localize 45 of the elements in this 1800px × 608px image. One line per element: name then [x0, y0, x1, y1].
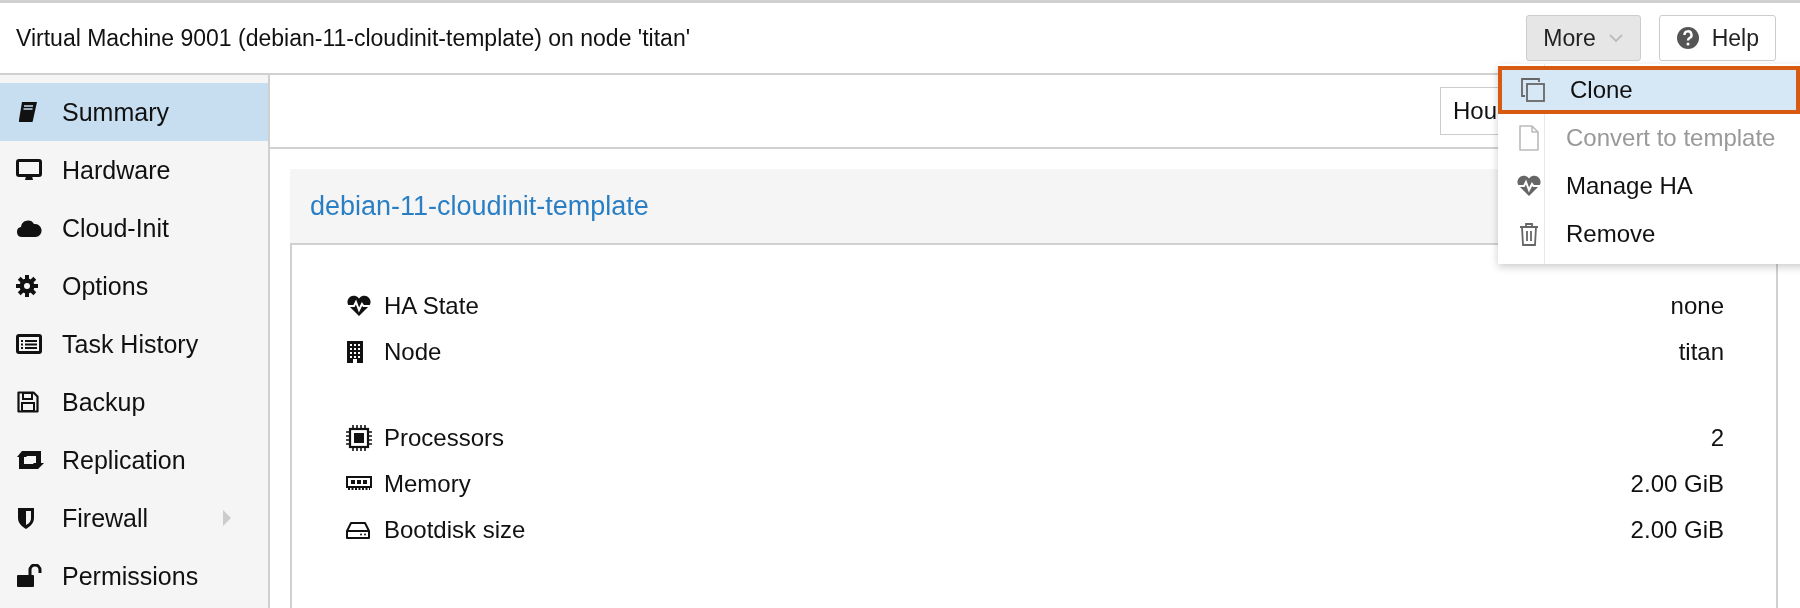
expand-arrow-icon[interactable] [222, 509, 232, 527]
chevron-down-icon [1607, 33, 1624, 43]
menu-item[interactable]: Clone [1498, 66, 1800, 114]
sidebar-item[interactable]: Options [0, 257, 268, 315]
sidebar-item[interactable]: Replication [0, 431, 268, 489]
help-button[interactable]: Help [1658, 15, 1776, 61]
field-label: Processors [384, 424, 506, 452]
unlocked-padlock-icon [16, 564, 42, 588]
field-label: Memory [384, 470, 472, 498]
cloud-icon [16, 218, 42, 238]
shield-icon [16, 506, 36, 530]
building-icon [346, 340, 364, 364]
trash-icon [1519, 222, 1539, 246]
sidebar-item[interactable]: Summary [0, 83, 268, 141]
heartbeat-icon [1516, 175, 1542, 197]
document-icon [1519, 125, 1539, 151]
gear-icon [16, 275, 38, 297]
field-label: Bootdisk size [384, 516, 527, 544]
sidebar-item[interactable]: Cloud-Init [0, 199, 268, 257]
monitor-icon [16, 158, 42, 182]
memory-module-icon [346, 476, 372, 492]
field-value: titan [1678, 338, 1724, 366]
menu-item[interactable]: Remove [1498, 210, 1800, 258]
field-label: Node [384, 338, 443, 366]
field-value: 2.00 GiB [1630, 516, 1724, 544]
sidebar-item[interactable]: Hardware [0, 141, 268, 199]
list-icon [16, 334, 42, 354]
sidebar-item[interactable]: Firewall [0, 489, 268, 547]
sidebar-item[interactable]: Backup [0, 373, 268, 431]
menu-item[interactable]: Manage HA [1498, 162, 1800, 210]
sidebar-item[interactable]: Permissions [0, 547, 268, 605]
hard-drive-icon [346, 520, 370, 540]
window-title: Virtual Machine 9001 (debian-11-cloudinit-template) on node 'titan' [16, 24, 691, 52]
panel-title: debian-11-cloudinit-template [310, 190, 649, 222]
field-label: HA State [384, 292, 480, 320]
sidebar-item[interactable]: Task History [0, 315, 268, 373]
field-value: 2.00 GiB [1630, 470, 1724, 498]
field-value: 2 [1710, 424, 1724, 452]
help-icon [1675, 26, 1700, 50]
heartbeat-icon [346, 295, 372, 317]
field-value: none [1670, 292, 1724, 320]
book-icon [16, 100, 40, 124]
processor-chip-icon [346, 425, 372, 451]
more-button[interactable]: More [1526, 15, 1641, 61]
copy-icon [1520, 77, 1546, 103]
